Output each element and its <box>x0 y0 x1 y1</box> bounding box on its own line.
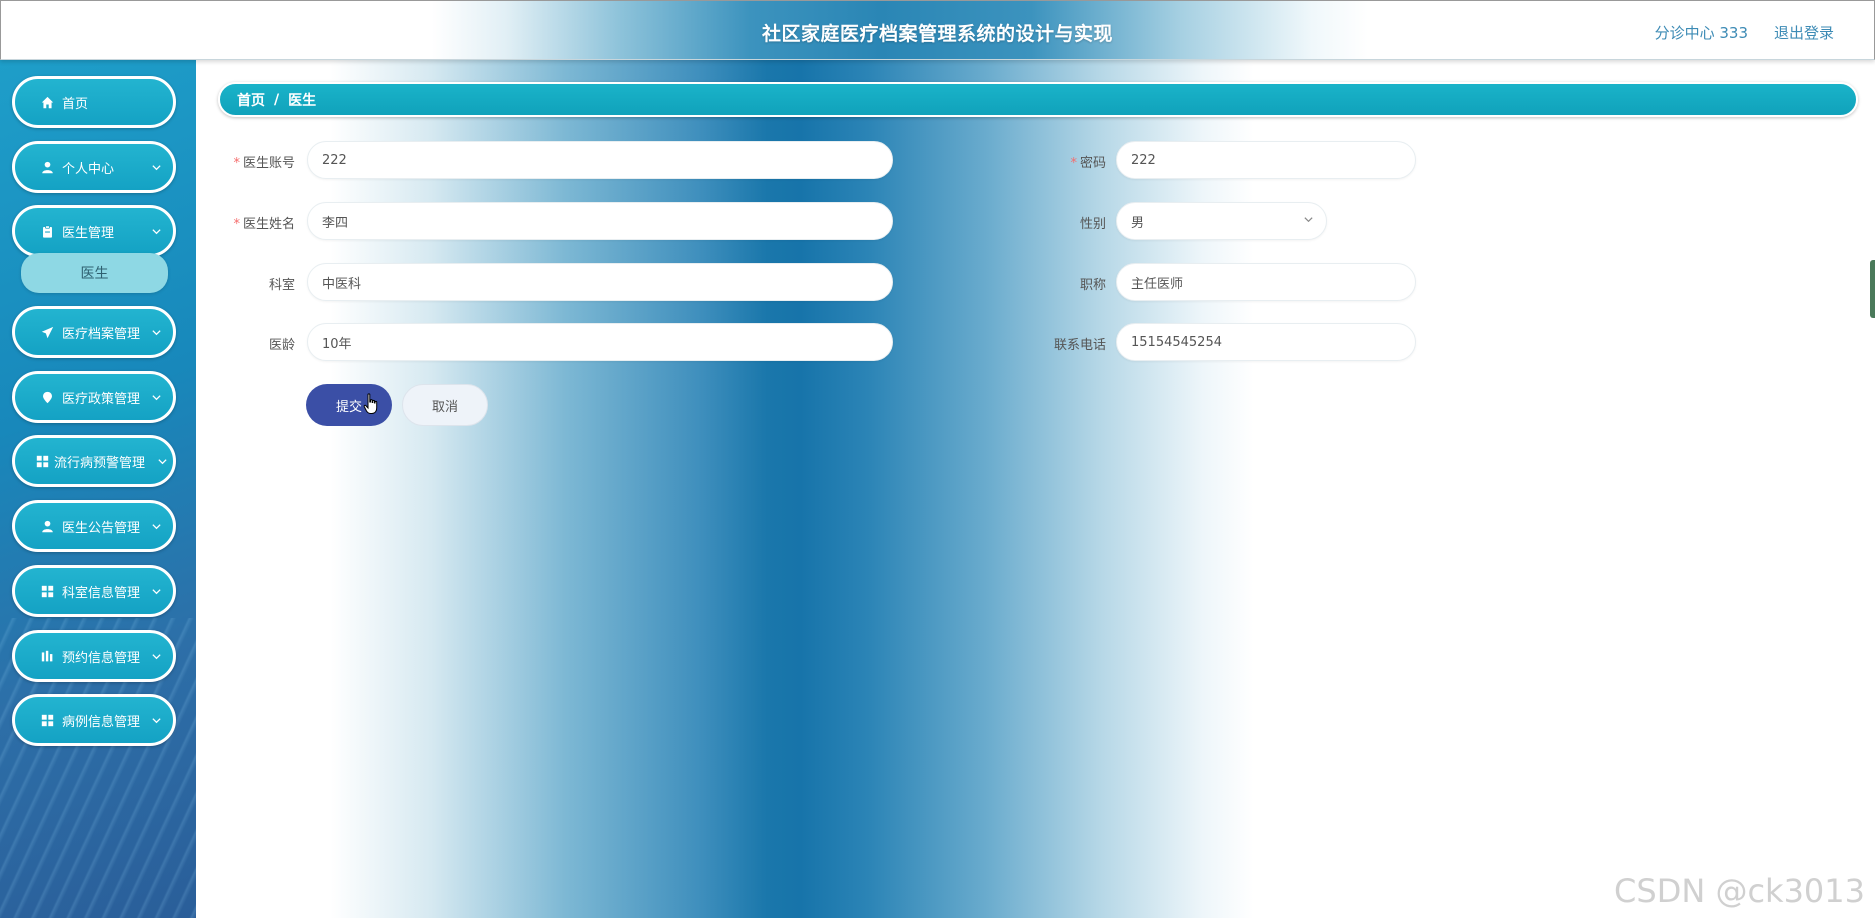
sidebar-item-home[interactable]: 首页 <box>12 76 176 128</box>
hand-pointer-icon <box>363 393 379 415</box>
sidebar-subitem-doctor[interactable]: 医生 <box>21 253 168 293</box>
sidebar-item-label: 个人中心 <box>62 161 115 177</box>
logout-link[interactable]: 退出登录 <box>1774 22 1834 43</box>
password-label: * 密码 <box>1070 156 1106 171</box>
chevron-down-icon <box>149 390 163 404</box>
chevron-down-icon <box>149 224 163 238</box>
sidebar-item-label: 首页 <box>62 96 89 112</box>
grid-icon <box>40 713 54 727</box>
chevron-down-icon <box>149 713 163 727</box>
account-input[interactable]: 222 <box>307 141 893 179</box>
side-scroll-handle[interactable] <box>1870 260 1875 318</box>
chevron-down-icon <box>149 519 163 533</box>
clipboard-icon <box>40 224 54 238</box>
cancel-button[interactable]: 取消 <box>402 384 488 426</box>
sidebar-item-label: 科室信息管理 <box>62 585 141 601</box>
password-input[interactable]: 222 <box>1116 141 1416 179</box>
years-input[interactable]: 10年 <box>307 323 893 361</box>
phone-input[interactable]: 15154545254 <box>1116 323 1416 361</box>
breadcrumb-current: 医生 <box>288 92 317 109</box>
sidebar-item-label: 流行病预警管理 <box>54 455 146 471</box>
sidebar-item-doctor-announcement[interactable]: 医生公告管理 <box>12 500 176 552</box>
sidebar-item-doctor-management[interactable]: 医生管理 <box>12 205 176 257</box>
breadcrumb-home[interactable]: 首页 <box>237 90 265 110</box>
sidebar-item-personal-center[interactable]: 个人中心 <box>12 141 176 193</box>
chevron-down-icon <box>155 454 169 468</box>
send-icon <box>40 325 54 339</box>
required-marker: * <box>233 156 240 171</box>
title-label: 职称 <box>1079 278 1106 293</box>
chevron-down-icon <box>149 325 163 339</box>
main-background <box>196 60 1875 918</box>
sidebar-item-label: 医疗档案管理 <box>62 326 141 342</box>
gender-value: 男 <box>1131 215 1145 231</box>
grid-icon <box>40 584 54 598</box>
sidebar-item-label: 医生管理 <box>62 225 115 241</box>
sidebar-item-case-info[interactable]: 病例信息管理 <box>12 694 176 746</box>
chart-icon <box>40 649 54 663</box>
gender-label: 性别 <box>1079 217 1106 232</box>
home-icon <box>40 95 54 109</box>
submit-button[interactable]: 提交 <box>306 384 392 426</box>
phone-label: 联系电话 <box>1053 338 1106 353</box>
sidebar-item-medical-policy[interactable]: 医疗政策管理 <box>12 371 176 423</box>
app-title: 社区家庭医疗档案管理系统的设计与实现 <box>761 23 1113 45</box>
sidebar-item-label: 病例信息管理 <box>62 714 141 730</box>
department-input[interactable]: 中医科 <box>307 263 893 301</box>
department-label: 科室 <box>268 278 295 293</box>
sidebar-item-department-info[interactable]: 科室信息管理 <box>12 565 176 617</box>
sidebar-item-label: 预约信息管理 <box>62 650 141 666</box>
grid-icon <box>35 454 49 468</box>
title-input[interactable]: 主任医师 <box>1116 263 1416 301</box>
breadcrumb-separator: / <box>274 91 280 108</box>
sidebar-item-medical-records[interactable]: 医疗档案管理 <box>12 306 176 358</box>
chevron-down-icon <box>1303 214 1314 229</box>
chevron-down-icon <box>149 160 163 174</box>
required-marker: * <box>1070 156 1077 171</box>
watermark: CSDN @ck3013 <box>1614 872 1865 910</box>
years-label: 医龄 <box>268 338 295 353</box>
name-label: * 医生姓名 <box>233 217 295 232</box>
breadcrumb: 首页 / 医生 <box>218 82 1858 117</box>
chevron-down-icon <box>149 584 163 598</box>
sidebar-item-label: 医疗政策管理 <box>62 391 141 407</box>
account-label: * 医生账号 <box>233 156 295 171</box>
location-pin-icon <box>40 390 54 404</box>
name-input[interactable]: 李四 <box>307 202 893 240</box>
user-icon <box>40 519 54 533</box>
required-marker: * <box>233 217 240 232</box>
chevron-down-icon <box>149 649 163 663</box>
top-header: 社区家庭医疗档案管理系统的设计与实现 分诊中心 333 退出登录 <box>0 0 1875 60</box>
sidebar-item-appointment-info[interactable]: 预约信息管理 <box>12 630 176 682</box>
sidebar-item-label: 医生公告管理 <box>62 520 141 536</box>
gender-select[interactable]: 男 <box>1116 202 1327 240</box>
sidebar-item-epidemic-alert[interactable]: 流行病预警管理 <box>12 435 176 487</box>
user-icon <box>40 160 54 174</box>
current-user: 分诊中心 333 <box>1654 24 1748 42</box>
